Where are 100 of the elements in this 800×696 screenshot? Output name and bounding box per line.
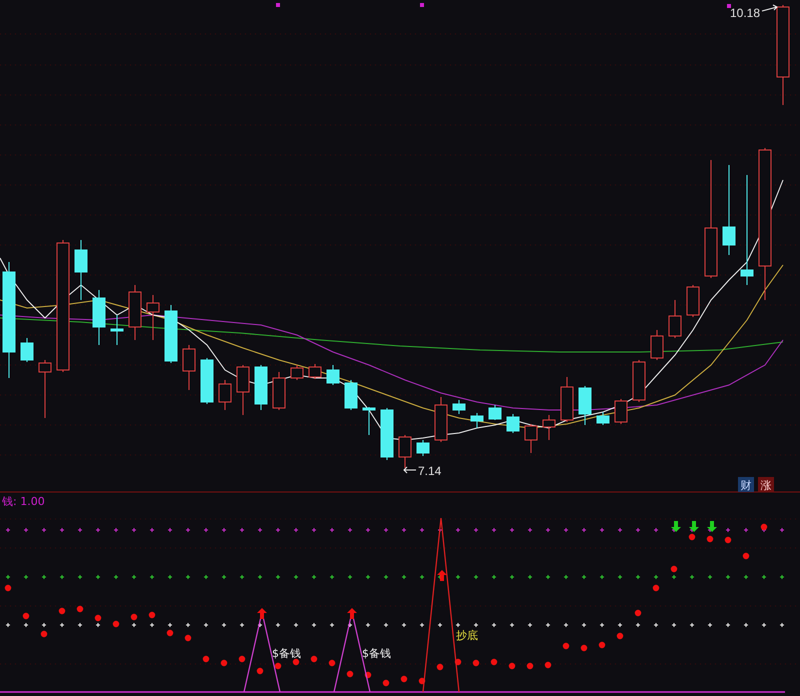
candlestick	[416, 440, 430, 456]
marker-square-icon	[420, 3, 424, 7]
badge-background	[758, 477, 774, 492]
indicator-dot	[274, 662, 282, 670]
candlestick	[308, 364, 322, 380]
candlestick	[236, 364, 250, 416]
indicator-dot	[508, 662, 516, 670]
candlestick	[164, 304, 178, 364]
indicator-dot	[454, 658, 462, 666]
candlestick	[524, 424, 538, 454]
indicator-dot	[94, 614, 102, 622]
indicator-dot	[616, 632, 624, 640]
indicator-dot	[364, 672, 372, 678]
candlestick	[362, 406, 376, 436]
indicator-dot	[346, 670, 354, 678]
indicator-dot	[58, 608, 66, 614]
indicator-dot	[130, 614, 138, 620]
down-arrow-icon	[671, 521, 681, 532]
indicator-title: 钱: 1.00	[2, 495, 45, 508]
marker-square-icon	[727, 4, 731, 8]
down-arrow-icon	[707, 521, 717, 532]
signal-label: $备钱	[272, 647, 301, 660]
candlestick	[200, 358, 214, 404]
candlestick	[452, 400, 466, 414]
candlestick	[650, 330, 664, 360]
candlestick	[686, 284, 700, 318]
candlestick	[614, 398, 628, 424]
candlestick	[506, 414, 520, 434]
candlestick	[488, 404, 502, 420]
indicator-dot	[634, 610, 642, 616]
candlestick	[668, 300, 682, 338]
indicator-dot	[328, 660, 336, 666]
indicator-dot	[472, 660, 480, 666]
indicator-dot	[724, 536, 732, 544]
candlestick	[38, 360, 52, 418]
indicator-dot	[670, 566, 678, 572]
indicator-dot	[112, 620, 120, 628]
candlestick	[182, 344, 196, 390]
indicator-dot	[310, 656, 318, 662]
indicator-dot	[292, 658, 300, 666]
high-price-leader-line	[762, 4, 778, 12]
candlestick	[398, 434, 412, 468]
indicator-dot	[400, 676, 408, 682]
candlestick	[74, 240, 88, 300]
candlestick	[434, 396, 448, 442]
indicator-dot	[238, 656, 246, 662]
indicator-dot	[148, 612, 156, 618]
indicator-dot	[202, 656, 210, 662]
indicator-dot	[562, 642, 570, 650]
indicator-dot	[490, 658, 498, 666]
marker-square-icon	[276, 3, 280, 7]
indicator-dot	[688, 534, 696, 540]
candlestick	[110, 314, 124, 346]
left-arrow-icon	[403, 466, 416, 474]
signal-label: $备钱	[362, 647, 391, 660]
indicator-dot	[220, 660, 228, 666]
candlestick	[542, 414, 556, 440]
indicator-dot	[4, 584, 12, 592]
indicator-dot	[580, 644, 588, 652]
indicator-dot	[544, 662, 552, 668]
up-arrow-icon	[347, 608, 357, 619]
candlestick	[218, 380, 232, 410]
candlestick	[20, 338, 34, 362]
indicator-dot	[22, 612, 30, 620]
indicator-dot	[652, 584, 660, 592]
signal-label: 抄底	[456, 629, 478, 642]
down-arrow-icon	[689, 521, 699, 532]
indicator-dot	[760, 524, 768, 530]
candlestick	[128, 284, 142, 340]
badge-label[interactable]: 涨	[760, 479, 772, 492]
indicator-dot	[382, 680, 390, 686]
candlestick	[380, 408, 394, 460]
indicator-dot	[184, 634, 192, 642]
indicator-dot	[598, 642, 606, 648]
candlestick	[560, 376, 574, 422]
candlestick	[344, 380, 358, 410]
candlestick	[254, 364, 268, 410]
candlestick	[272, 372, 286, 410]
indicator-dot	[742, 552, 750, 560]
indicator-dot	[166, 630, 174, 636]
indicator-dot	[40, 630, 48, 638]
indicator-dot	[706, 536, 714, 542]
candlestick	[290, 364, 304, 380]
candlestick	[146, 294, 160, 340]
indicator-dot	[418, 678, 426, 684]
candlestick	[92, 290, 106, 346]
candlestick	[326, 364, 340, 386]
indicator-dot	[436, 664, 444, 670]
indicator-dot	[76, 606, 84, 612]
indicator-dot	[526, 662, 534, 670]
candlestick	[632, 360, 646, 402]
high-price-label: 10.18	[730, 6, 760, 20]
candlestick	[470, 412, 484, 428]
candlestick	[596, 412, 610, 426]
low-price-label: 7.14	[418, 464, 442, 478]
candlestick	[578, 386, 592, 426]
up-arrow-icon	[257, 608, 267, 619]
indicator-dot	[256, 668, 264, 674]
badge-background	[738, 477, 754, 492]
badge-label[interactable]: 财	[740, 479, 752, 492]
